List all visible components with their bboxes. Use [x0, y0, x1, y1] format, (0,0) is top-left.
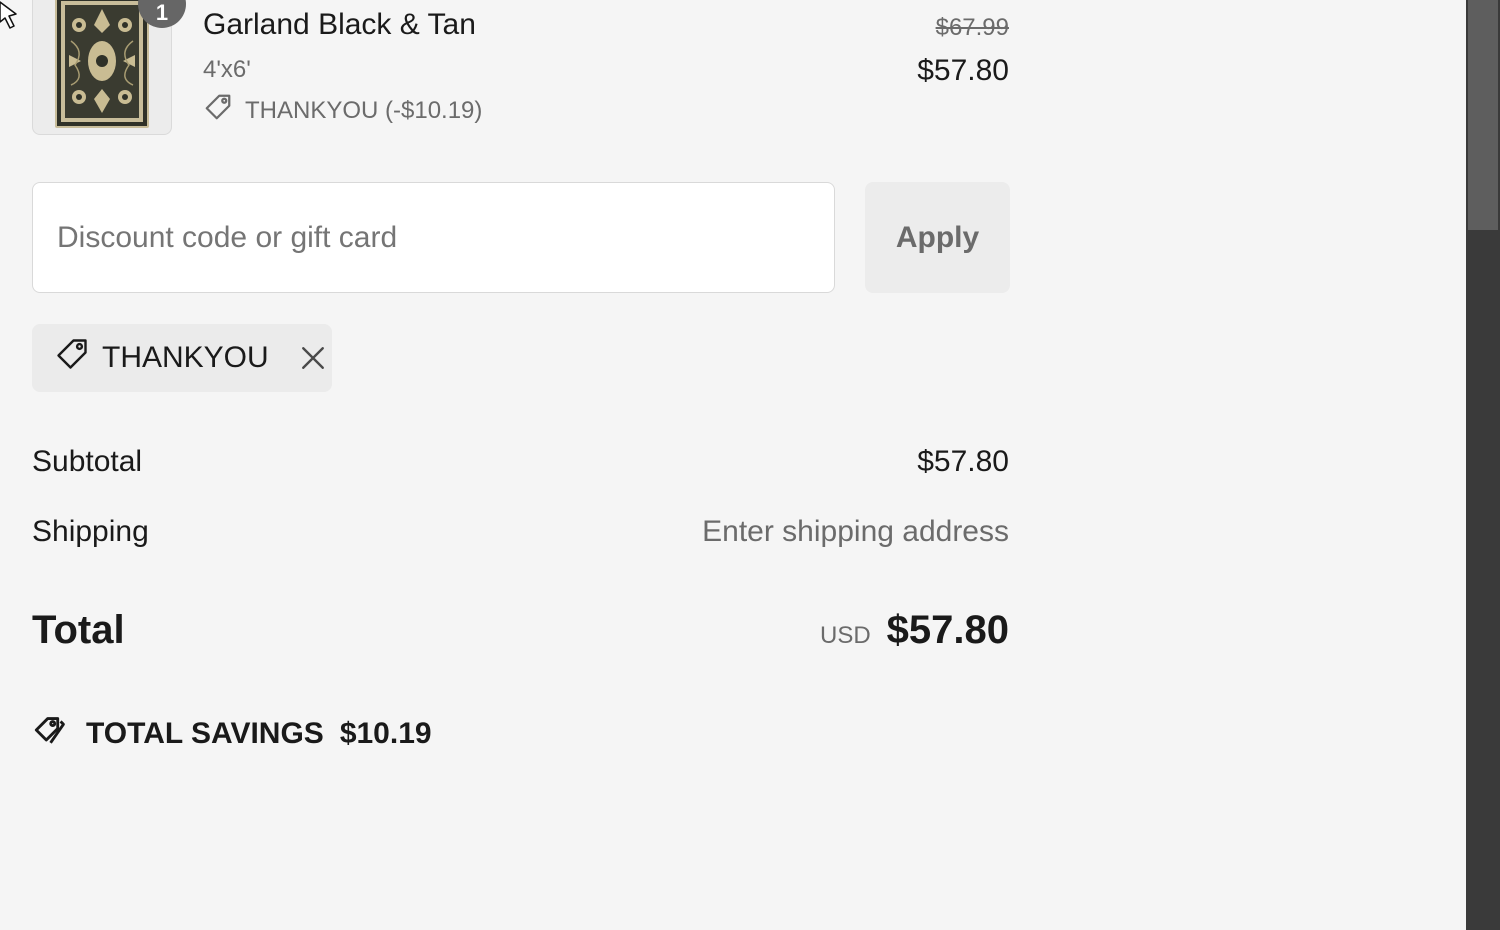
item-discount: THANKYOU (-$10.19) [203, 92, 482, 129]
rug-image [55, 0, 149, 128]
scrollbar-thumb[interactable] [1468, 0, 1498, 230]
total-amount-group: USD $57.80 [820, 608, 1009, 653]
applied-code-label: THANKYOU [102, 341, 269, 374]
total-label: Total [32, 608, 125, 652]
product-price: $57.80 [917, 54, 1009, 87]
discount-code-input[interactable] [32, 182, 835, 293]
subtotal-value: $57.80 [917, 445, 1009, 478]
total-value: $57.80 [886, 608, 1009, 652]
shipping-label: Shipping [32, 515, 149, 548]
tag-icon [54, 336, 90, 380]
product-name: Garland Black & Tan [203, 8, 476, 41]
close-icon [301, 347, 324, 369]
item-discount-label: THANKYOU (-$10.19) [245, 96, 483, 124]
apply-button[interactable]: Apply [865, 182, 1010, 293]
original-price: $67.99 [935, 14, 1009, 41]
total-savings: TOTAL SAVINGS $10.19 [32, 712, 432, 756]
applied-discount-chip: THANKYOU [32, 324, 332, 392]
product-variant: 4'x6' [203, 56, 251, 83]
tags-icon [32, 712, 72, 756]
currency-code: USD [819, 622, 871, 649]
subtotal-label: Subtotal [32, 445, 143, 478]
total-savings-label: TOTAL SAVINGS [86, 717, 324, 750]
tag-icon [203, 92, 233, 129]
mouse-pointer-icon [0, 0, 30, 37]
shipping-value: Enter shipping address [702, 515, 1009, 548]
total-savings-amount: $10.19 [339, 717, 432, 750]
remove-discount-button[interactable] [299, 344, 327, 372]
